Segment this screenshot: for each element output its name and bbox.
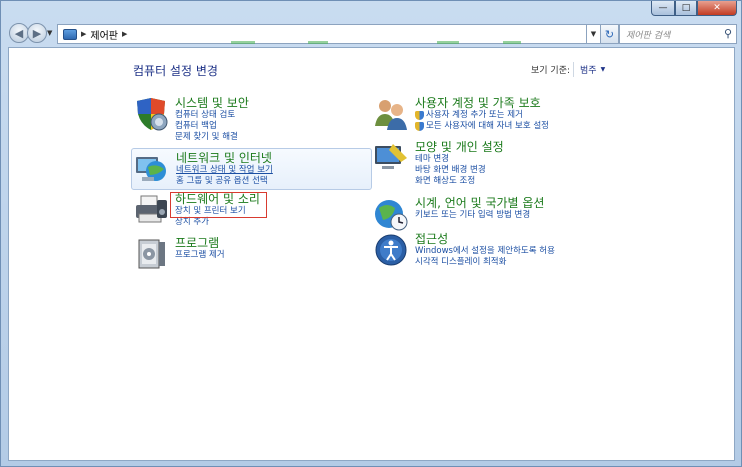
category-title[interactable]: 시계, 언어 및 국가별 옵션 bbox=[415, 196, 544, 210]
uac-shield-icon bbox=[415, 111, 424, 120]
forward-arrow-icon: ▶ bbox=[32, 26, 42, 40]
accessibility-icon bbox=[375, 234, 407, 266]
link-troubleshoot[interactable]: 문제 찾기 및 해결 bbox=[175, 132, 249, 143]
link-network-status[interactable]: 네트워크 상태 및 작업 보기 bbox=[176, 165, 273, 176]
category-title[interactable]: 네트워크 및 인터넷 bbox=[176, 151, 273, 165]
page-title: 컴퓨터 설정 변경 bbox=[133, 64, 218, 78]
view-by-dropdown[interactable]: 범주 ▼ bbox=[573, 62, 611, 77]
category-title[interactable]: 모양 및 개인 설정 bbox=[415, 140, 504, 154]
minimize-button[interactable]: — bbox=[651, 1, 675, 16]
category-title[interactable]: 접근성 bbox=[415, 232, 555, 246]
forward-button[interactable]: ▶ bbox=[27, 23, 47, 43]
address-progress-strip bbox=[231, 41, 521, 44]
printer-icon bbox=[136, 195, 167, 223]
link-let-windows-suggest[interactable]: Windows에서 설정을 제안하도록 허용 bbox=[415, 246, 555, 257]
category-title[interactable]: 프로그램 bbox=[175, 236, 225, 250]
chevron-down-icon: ▼ bbox=[600, 66, 606, 73]
users-icon bbox=[375, 100, 407, 130]
category-appearance: 모양 및 개인 설정 테마 변경 바탕 화면 배경 변경 화면 해상도 조정 bbox=[373, 140, 504, 187]
view-by-control: 보기 기준: 범주 ▼ bbox=[531, 62, 611, 77]
category-ease-of-access: 접근성 Windows에서 설정을 제안하도록 허용 시각적 디스플레이 최적화 bbox=[373, 232, 555, 268]
back-arrow-icon: ◀ bbox=[14, 26, 24, 40]
caption-buttons: — □ ✕ bbox=[651, 1, 737, 16]
link-add-remove-accounts[interactable]: 사용자 계정 추가 또는 제거 bbox=[415, 110, 549, 121]
control-panel-icon bbox=[63, 28, 77, 40]
view-by-label: 보기 기준: bbox=[531, 66, 571, 76]
content-pane: 컴퓨터 설정 변경 보기 기준: 범주 ▼ 시스템 및 보안 컴퓨터 상태 검토 … bbox=[8, 47, 735, 461]
refresh-icon: ↻ bbox=[604, 27, 615, 41]
uac-shield-icon bbox=[415, 122, 424, 131]
shield-icon bbox=[137, 98, 168, 131]
category-programs: 프로그램 프로그램 제거 bbox=[133, 236, 225, 272]
category-network-internet: 네트워크 및 인터넷 네트워크 상태 및 작업 보기 홈 그룹 및 공유 옵션 … bbox=[131, 148, 372, 190]
view-by-value: 범주 bbox=[580, 66, 597, 76]
address-dropdown-button[interactable]: ▼ bbox=[587, 24, 601, 44]
link-backup[interactable]: 컴퓨터 백업 bbox=[175, 121, 249, 132]
breadcrumb-item[interactable]: 제어판 bbox=[90, 27, 118, 42]
category-user-accounts: 사용자 계정 및 가족 보호 사용자 계정 추가 또는 제거 모든 사용자에 대… bbox=[373, 96, 549, 132]
chevron-down-icon: ▼ bbox=[590, 30, 597, 38]
search-input[interactable]: 제어판 검색 ⚲ bbox=[619, 24, 737, 44]
link-add-device[interactable]: 장치 추가 bbox=[175, 217, 260, 228]
close-button[interactable]: ✕ bbox=[697, 1, 737, 16]
recent-pages-dropdown[interactable]: ▼ bbox=[47, 29, 52, 37]
back-button[interactable]: ◀ bbox=[9, 23, 29, 43]
clock-globe-icon bbox=[375, 200, 408, 231]
category-clock-language-region: 시계, 언어 및 국가별 옵션 키보드 또는 기타 입력 방법 변경 bbox=[373, 196, 544, 232]
link-homegroup[interactable]: 홈 그룹 및 공유 옵션 선택 bbox=[176, 176, 273, 187]
link-adjust-resolution[interactable]: 화면 해상도 조정 bbox=[415, 176, 504, 187]
link-change-theme[interactable]: 테마 변경 bbox=[415, 154, 504, 165]
category-title[interactable]: 사용자 계정 및 가족 보호 bbox=[415, 96, 549, 110]
breadcrumb-arrow-icon[interactable]: ▶ bbox=[81, 30, 86, 38]
refresh-button[interactable]: ↻ bbox=[601, 24, 619, 44]
link-review-status[interactable]: 컴퓨터 상태 검토 bbox=[175, 110, 249, 121]
link-optimize-display[interactable]: 시각적 디스플레이 최적화 bbox=[415, 257, 555, 268]
maximize-button[interactable]: □ bbox=[675, 1, 697, 16]
link-parental-controls[interactable]: 모든 사용자에 대해 자녀 보호 설정 bbox=[415, 121, 549, 132]
search-placeholder: 제어판 검색 bbox=[626, 30, 671, 41]
link-uninstall-program[interactable]: 프로그램 제거 bbox=[175, 250, 225, 261]
category-system-security: 시스템 및 보안 컴퓨터 상태 검토 컴퓨터 백업 문제 찾기 및 해결 bbox=[133, 96, 249, 143]
search-icon[interactable]: ⚲ bbox=[724, 27, 732, 40]
network-globe-icon bbox=[136, 157, 166, 181]
link-label: 모든 사용자에 대해 자녀 보호 설정 bbox=[426, 121, 549, 131]
control-panel-window: — □ ✕ ◀ ▶ ▼ ▶ 제어판 ▶ ▼ ↻ 제어판 검색 ⚲ 컴퓨터 설정 … bbox=[0, 0, 742, 467]
programs-icon bbox=[138, 239, 165, 269]
link-change-background[interactable]: 바탕 화면 배경 변경 bbox=[415, 165, 504, 176]
category-title[interactable]: 시스템 및 보안 bbox=[175, 96, 249, 110]
link-change-input-methods[interactable]: 키보드 또는 기타 입력 방법 변경 bbox=[415, 210, 544, 221]
appearance-icon bbox=[375, 144, 407, 169]
breadcrumb-arrow-icon[interactable]: ▶ bbox=[122, 30, 127, 38]
link-label: 사용자 계정 추가 또는 제거 bbox=[426, 110, 523, 120]
highlight-box bbox=[170, 192, 267, 218]
